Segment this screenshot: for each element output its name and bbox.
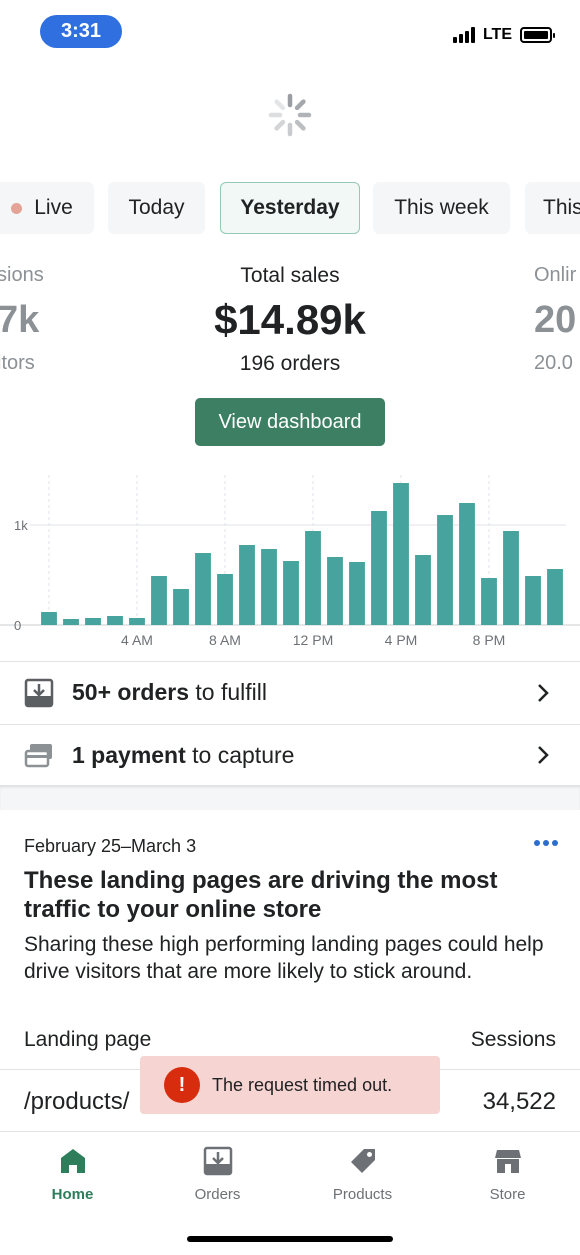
chart-bar[interactable] bbox=[437, 515, 453, 625]
inbox-download-icon bbox=[24, 678, 54, 707]
sessions-column-header: Sessions bbox=[470, 1028, 556, 1051]
chart-bar[interactable] bbox=[503, 531, 519, 625]
nav-home[interactable]: Home bbox=[0, 1132, 145, 1222]
chart-bar[interactable] bbox=[415, 555, 431, 625]
insight-date-range: February 25–March 3 bbox=[24, 836, 197, 856]
chart-bar[interactable] bbox=[283, 561, 299, 625]
insight-description: Sharing these high performing landing pa… bbox=[24, 933, 544, 983]
credit-card-icon bbox=[24, 744, 52, 768]
sessions-label: sions bbox=[0, 264, 44, 286]
section-divider bbox=[0, 786, 580, 810]
orders-count: 196 orders bbox=[239, 352, 341, 375]
chart-bar[interactable] bbox=[261, 549, 277, 625]
chevron-right-icon bbox=[538, 746, 549, 764]
chevron-right-icon bbox=[538, 683, 549, 702]
y-tick-label: 1k bbox=[14, 518, 28, 533]
chart-bar[interactable] bbox=[195, 553, 211, 625]
online-store-sub: 20.0 bbox=[534, 352, 573, 374]
sessions-metric[interactable]: sions bbox=[0, 264, 44, 287]
total-sales-metric[interactable]: Total sales $14.89k 196 orders bbox=[140, 0, 440, 400]
status-time: 3:31 bbox=[40, 15, 122, 48]
tab-live[interactable]: Live bbox=[0, 182, 94, 234]
x-tick-label: 4 PM bbox=[385, 632, 418, 648]
chart-bar[interactable] bbox=[151, 576, 167, 625]
x-tick-label: 12 PM bbox=[293, 632, 333, 648]
status-indicators: LTE bbox=[452, 26, 555, 44]
toast-message: The request timed out. bbox=[212, 1074, 393, 1095]
orders-icon bbox=[203, 1146, 232, 1176]
total-sales-value: $14.89k bbox=[214, 296, 366, 343]
online-store-value: 20 bbox=[534, 299, 577, 341]
chart-bar[interactable] bbox=[349, 562, 365, 625]
view-dashboard-button[interactable]: View dashboard bbox=[195, 398, 385, 446]
nav-orders[interactable]: Orders bbox=[145, 1132, 290, 1222]
error-icon: ! bbox=[164, 1067, 200, 1103]
landing-page-column-header: Landing page bbox=[24, 1028, 152, 1051]
payment-to-capture-text: 1 payment to capture bbox=[72, 741, 295, 768]
chart-bar[interactable] bbox=[239, 545, 255, 625]
chart-bar[interactable] bbox=[41, 612, 57, 625]
x-tick-label: 8 AM bbox=[209, 632, 241, 648]
home-icon bbox=[60, 1149, 85, 1173]
chart-bar[interactable] bbox=[459, 503, 475, 625]
orders-to-fulfill-text: 50+ orders to fulfill bbox=[72, 679, 267, 705]
tab-this-month[interactable]: This bbox=[525, 182, 580, 234]
payment-to-capture-row[interactable]: 1 payment to capture bbox=[0, 724, 580, 786]
chart-bar[interactable] bbox=[547, 569, 563, 625]
y-tick-label: 0 bbox=[14, 618, 21, 633]
x-tick-label: 4 AM bbox=[121, 632, 153, 648]
home-indicator bbox=[187, 1236, 393, 1242]
chart-bar[interactable] bbox=[107, 616, 123, 625]
chart-bar[interactable] bbox=[371, 511, 387, 625]
nav-store[interactable]: Store bbox=[435, 1132, 580, 1222]
sessions-cell: 34,522 bbox=[482, 1088, 556, 1115]
chart-bar[interactable] bbox=[217, 574, 233, 625]
chart-bar[interactable] bbox=[393, 483, 409, 625]
network-type: LTE bbox=[482, 26, 512, 43]
signal-icon bbox=[452, 27, 475, 43]
live-dot-icon bbox=[11, 202, 23, 214]
battery-icon bbox=[520, 27, 555, 43]
landing-page-cell[interactable]: /products/ bbox=[24, 1088, 129, 1116]
more-actions-icon[interactable] bbox=[534, 840, 558, 846]
chart-bar[interactable] bbox=[85, 618, 101, 625]
chart-bar[interactable] bbox=[129, 618, 145, 625]
chart-bar[interactable] bbox=[173, 589, 189, 625]
hourly-sales-chart: 0 1k 4 AM 8 AM 12 PM 4 PM 8 PM bbox=[0, 475, 580, 648]
insight-title: These landing pages are driving the most… bbox=[24, 867, 498, 923]
online-store-label: Onlir bbox=[534, 264, 577, 286]
chart-bar[interactable] bbox=[525, 576, 541, 625]
sessions-value: 7k bbox=[0, 299, 40, 341]
nav-products[interactable]: Products bbox=[290, 1132, 435, 1222]
error-toast[interactable]: ! The request timed out. bbox=[140, 1056, 440, 1114]
tag-icon bbox=[350, 1149, 375, 1173]
chart-bar[interactable] bbox=[327, 557, 343, 625]
chart-bar[interactable] bbox=[305, 531, 321, 625]
sessions-sub: itors bbox=[0, 352, 35, 374]
chart-bar[interactable] bbox=[63, 619, 79, 625]
total-sales-label: Total sales bbox=[240, 264, 340, 287]
store-icon bbox=[494, 1150, 521, 1173]
chart-bar[interactable] bbox=[481, 578, 497, 625]
orders-to-fulfill-row[interactable]: 50+ orders to fulfill bbox=[0, 661, 580, 723]
x-tick-label: 8 PM bbox=[473, 632, 506, 648]
